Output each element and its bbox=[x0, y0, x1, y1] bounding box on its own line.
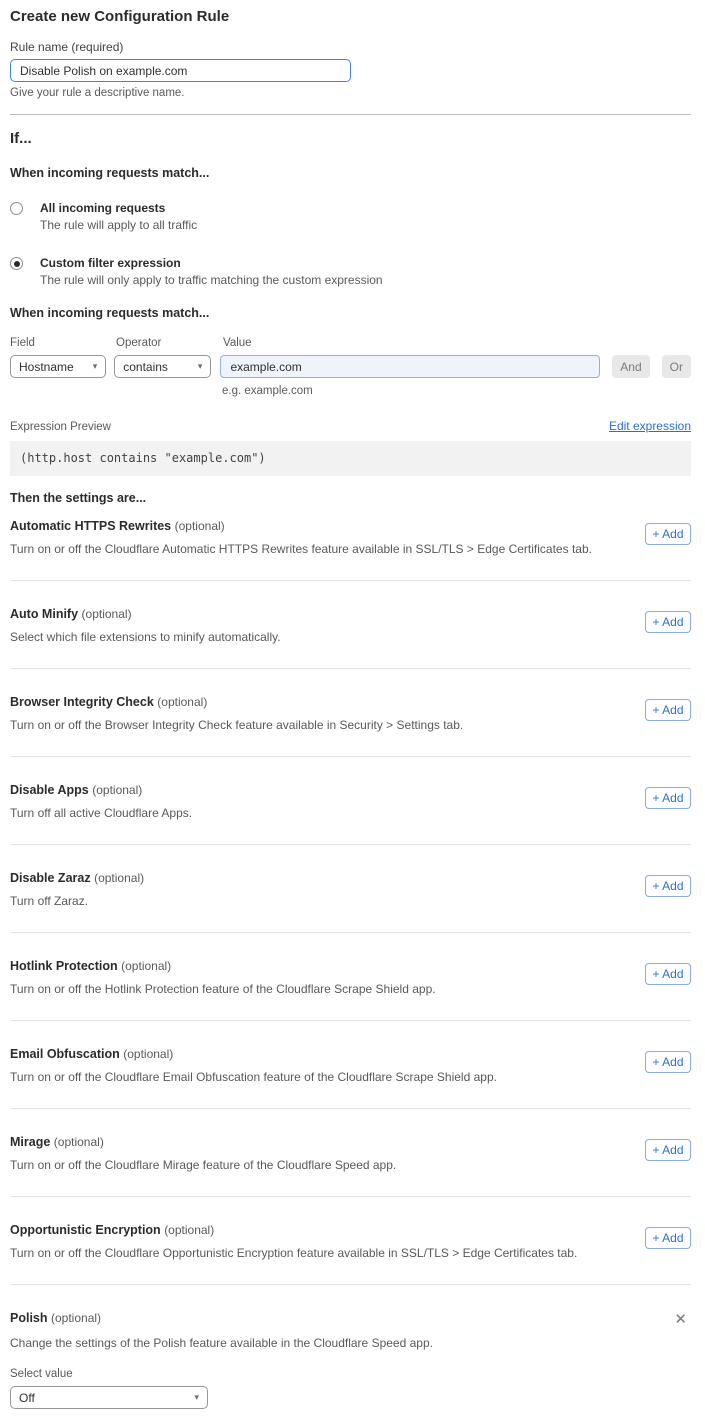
setting-title: Hotlink Protection bbox=[10, 959, 118, 973]
if-heading: If... bbox=[10, 130, 691, 147]
setting-item-hotlink-protection: Hotlink Protection (optional) Turn on or… bbox=[10, 933, 691, 1021]
setting-description: Turn on or off the Browser Integrity Che… bbox=[10, 718, 463, 732]
add-button[interactable]: + Add bbox=[645, 699, 691, 721]
field-select-value: Hostname bbox=[19, 360, 74, 374]
add-button[interactable]: + Add bbox=[645, 1051, 691, 1073]
radio-custom-filter-expression[interactable]: Custom filter expression The rule will o… bbox=[10, 256, 691, 287]
setting-title: Automatic HTTPS Rewrites bbox=[10, 519, 171, 533]
setting-title: Email Obfuscation bbox=[10, 1047, 120, 1061]
settings-list: Automatic HTTPS Rewrites (optional) Turn… bbox=[10, 505, 691, 1409]
expression-preview-header: Expression Preview Edit expression bbox=[10, 419, 691, 433]
optional-label: (optional) bbox=[123, 1047, 173, 1061]
section-divider bbox=[10, 114, 691, 115]
setting-title: Polish bbox=[10, 1311, 48, 1325]
optional-label: (optional) bbox=[121, 959, 171, 973]
close-icon[interactable]: ✕ bbox=[674, 1312, 687, 1327]
optional-label: (optional) bbox=[94, 871, 144, 885]
rule-name-input[interactable] bbox=[10, 59, 351, 82]
optional-label: (optional) bbox=[82, 607, 132, 621]
field-label: Field bbox=[10, 337, 116, 349]
edit-expression-link[interactable]: Edit expression bbox=[609, 419, 691, 433]
setting-item-disable-zaraz: Disable Zaraz (optional) Turn off Zaraz.… bbox=[10, 845, 691, 933]
match-type-radio-group: All incoming requests The rule will appl… bbox=[10, 201, 691, 287]
setting-item-email-obfuscation: Email Obfuscation (optional) Turn on or … bbox=[10, 1021, 691, 1109]
setting-description: Turn off Zaraz. bbox=[10, 894, 144, 908]
setting-title: Browser Integrity Check bbox=[10, 695, 154, 709]
or-button[interactable]: Or bbox=[662, 355, 691, 378]
setting-item-disable-apps: Disable Apps (optional) Turn off all act… bbox=[10, 757, 691, 845]
radio-description: The rule will apply to all traffic bbox=[40, 218, 197, 232]
value-input[interactable] bbox=[220, 355, 600, 378]
optional-label: (optional) bbox=[54, 1135, 104, 1149]
radio-description: The rule will only apply to traffic matc… bbox=[40, 273, 383, 287]
expression-preview-code: (http.host contains "example.com") bbox=[10, 441, 691, 476]
optional-label: (optional) bbox=[175, 519, 225, 533]
radio-label: All incoming requests bbox=[40, 201, 197, 215]
value-label: Value bbox=[223, 337, 252, 349]
setting-description: Change the settings of the Polish featur… bbox=[10, 1336, 691, 1350]
radio-selected-icon[interactable] bbox=[10, 257, 23, 270]
radio-all-incoming-requests[interactable]: All incoming requests The rule will appl… bbox=[10, 201, 691, 232]
setting-description: Select which file extensions to minify a… bbox=[10, 630, 281, 644]
setting-title: Opportunistic Encryption bbox=[10, 1223, 161, 1237]
setting-item-browser-integrity-check: Browser Integrity Check (optional) Turn … bbox=[10, 669, 691, 757]
optional-label: (optional) bbox=[92, 783, 142, 797]
add-button[interactable]: + Add bbox=[645, 787, 691, 809]
setting-item-polish-expanded: Polish (optional) ✕ Change the settings … bbox=[10, 1285, 691, 1409]
setting-description: Turn on or off the Cloudflare Automatic … bbox=[10, 542, 592, 556]
setting-title: Mirage bbox=[10, 1135, 50, 1149]
rule-name-label: Rule name (required) bbox=[10, 40, 691, 54]
add-button[interactable]: + Add bbox=[645, 523, 691, 545]
setting-description: Turn on or off the Cloudflare Opportunis… bbox=[10, 1246, 577, 1260]
radio-label: Custom filter expression bbox=[40, 256, 383, 270]
value-helper: e.g. example.com bbox=[222, 385, 691, 397]
and-button[interactable]: And bbox=[612, 355, 649, 378]
setting-description: Turn on or off the Cloudflare Mirage fea… bbox=[10, 1158, 396, 1172]
add-button[interactable]: + Add bbox=[645, 611, 691, 633]
chevron-down-icon: ▾ bbox=[198, 362, 203, 371]
expression-builder: When incoming requests match... Field Op… bbox=[10, 306, 691, 397]
polish-value-select[interactable]: Off ▾ bbox=[10, 1386, 208, 1409]
chevron-down-icon: ▾ bbox=[194, 1393, 199, 1402]
add-button[interactable]: + Add bbox=[645, 1139, 691, 1161]
radio-unselected-icon[interactable] bbox=[10, 202, 23, 215]
select-value-label: Select value bbox=[10, 1368, 691, 1380]
expression-preview-label: Expression Preview bbox=[10, 421, 111, 433]
setting-description: Turn on or off the Hotlink Protection fe… bbox=[10, 982, 436, 996]
operator-label: Operator bbox=[116, 337, 223, 349]
page-title: Create new Configuration Rule bbox=[10, 8, 691, 25]
optional-label: (optional) bbox=[164, 1223, 214, 1237]
add-button[interactable]: + Add bbox=[645, 875, 691, 897]
setting-title: Disable Zaraz bbox=[10, 871, 91, 885]
add-button[interactable]: + Add bbox=[645, 963, 691, 985]
field-select[interactable]: Hostname ▾ bbox=[10, 355, 106, 378]
setting-description: Turn off all active Cloudflare Apps. bbox=[10, 806, 192, 820]
setting-item-auto-minify: Auto Minify (optional) Select which file… bbox=[10, 581, 691, 669]
operator-select-value: contains bbox=[123, 360, 168, 374]
setting-item-automatic-https-rewrites: Automatic HTTPS Rewrites (optional) Turn… bbox=[10, 505, 691, 581]
setting-item-mirage: Mirage (optional) Turn on or off the Clo… bbox=[10, 1109, 691, 1197]
optional-label: (optional) bbox=[51, 1311, 101, 1325]
setting-title: Auto Minify bbox=[10, 607, 78, 621]
rule-name-helper: Give your rule a descriptive name. bbox=[10, 87, 691, 99]
add-button[interactable]: + Add bbox=[645, 1227, 691, 1249]
then-settings-heading: Then the settings are... bbox=[10, 491, 691, 505]
builder-heading: When incoming requests match... bbox=[10, 306, 691, 320]
optional-label: (optional) bbox=[157, 695, 207, 709]
setting-description: Turn on or off the Cloudflare Email Obfu… bbox=[10, 1070, 497, 1084]
setting-title: Disable Apps bbox=[10, 783, 89, 797]
match-heading: When incoming requests match... bbox=[10, 166, 691, 180]
chevron-down-icon: ▾ bbox=[93, 362, 98, 371]
operator-select[interactable]: contains ▾ bbox=[114, 355, 211, 378]
polish-select-value: Off bbox=[19, 1391, 35, 1405]
rule-name-group: Rule name (required) Give your rule a de… bbox=[10, 40, 691, 99]
create-configuration-rule-page: Create new Configuration Rule Rule name … bbox=[0, 0, 705, 1419]
